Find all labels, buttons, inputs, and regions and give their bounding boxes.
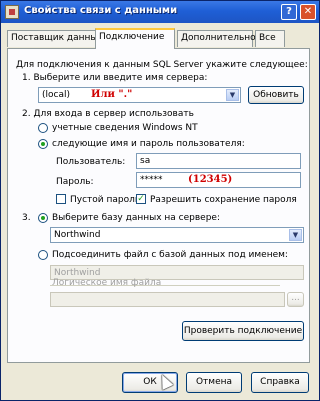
radio-attach-file[interactable]: [38, 250, 48, 260]
server-annotation: Или ".": [91, 89, 133, 100]
radio-select-db-label: Выберите базу данных на сервере:: [52, 213, 220, 223]
intro-text: Для подключения к данным SQL Server укаж…: [16, 60, 308, 70]
tab-connection[interactable]: Подключение: [95, 28, 175, 49]
allow-save-password-label: Разрешить сохранение пароля: [150, 195, 297, 205]
step3-label: 3.: [22, 213, 31, 223]
radio-windows-nt-label: учетные сведения Windows NT: [52, 123, 198, 133]
radio-select-db[interactable]: [38, 213, 48, 223]
username-label: Пользователь:: [56, 157, 126, 167]
title-bar[interactable]: Свойства связи с данными ? ✕: [1, 1, 319, 23]
refresh-button[interactable]: Обновить: [248, 86, 304, 104]
close-button[interactable]: ✕: [300, 4, 316, 20]
radio-user-pass-label: следующие имя и пароль пользователя:: [52, 139, 245, 149]
empty-password-label: Пустой пароль: [70, 195, 141, 205]
empty-password-checkbox[interactable]: [56, 194, 66, 204]
tab-provider[interactable]: Поставщик данных: [7, 30, 103, 47]
password-annotation: (12345): [188, 174, 233, 185]
dialog-window: Свойства связи с данными ? ✕ Поставщик д…: [0, 0, 320, 401]
chevron-down-icon[interactable]: ▼: [289, 229, 302, 241]
cancel-button[interactable]: Отмена: [186, 372, 242, 393]
radio-user-pass[interactable]: [38, 139, 48, 149]
tab-all[interactable]: Все: [255, 30, 285, 47]
connection-panel: Для подключения к данным SQL Server укаж…: [7, 48, 310, 363]
allow-save-password-checkbox[interactable]: ✓: [136, 194, 146, 204]
data-link-icon: [5, 5, 19, 19]
server-value: (local): [42, 90, 70, 100]
window-title: Свойства связи с данными: [24, 5, 178, 16]
step1-label: 1. Выберите или введите имя сервера:: [22, 73, 208, 83]
username-field[interactable]: sa: [136, 153, 301, 169]
password-label: Пароль:: [56, 177, 94, 187]
database-select[interactable]: Northwind ▼: [50, 227, 304, 243]
server-select[interactable]: (local) Или "." ▼: [38, 87, 241, 103]
radio-attach-file-label: Подсоединить файл с базой данных под име…: [52, 250, 288, 260]
password-value: *****: [140, 175, 163, 185]
logical-name-label: Логическое имя файла: [52, 278, 162, 288]
test-connection-button[interactable]: Проверить подключение: [182, 321, 304, 341]
help-title-button[interactable]: ?: [281, 4, 297, 20]
database-value: Northwind: [54, 230, 101, 240]
logical-file-name-field[interactable]: [50, 292, 285, 307]
tab-advanced[interactable]: Дополнительно: [177, 30, 256, 47]
help-button[interactable]: Справка: [251, 372, 309, 393]
browse-button[interactable]: ...: [287, 292, 304, 307]
step2-label: 2. Для входа в сервер использовать: [22, 109, 194, 119]
radio-windows-nt[interactable]: [38, 123, 48, 133]
chevron-down-icon[interactable]: ▼: [226, 89, 239, 101]
